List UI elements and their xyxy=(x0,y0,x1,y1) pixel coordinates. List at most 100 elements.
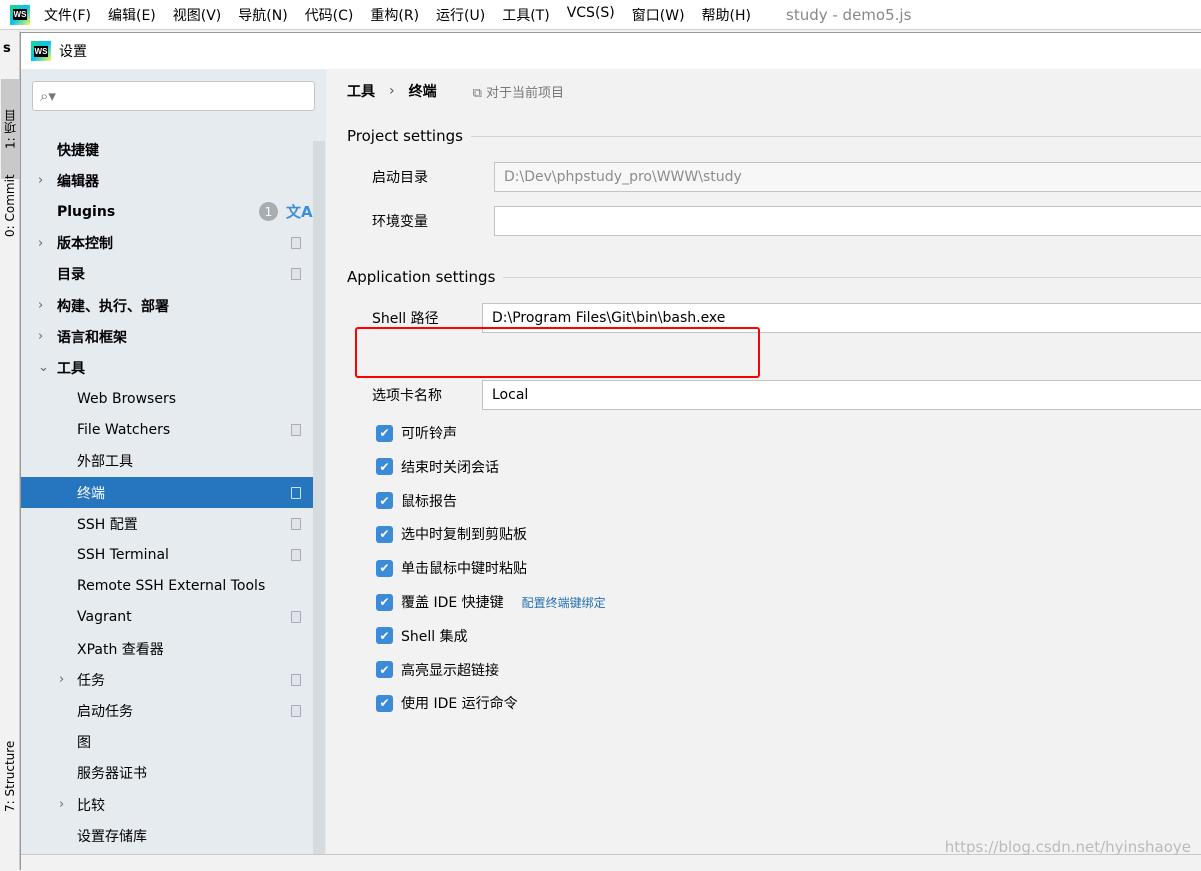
env-vars-input[interactable] xyxy=(494,206,1201,236)
checkbox-row[interactable]: ✔ 覆盖 IDE 快捷键 配置终端键绑定 xyxy=(376,592,606,612)
chevron-right-icon[interactable]: › xyxy=(59,797,64,812)
checkbox-row[interactable]: ✔ 结束时关闭会话 xyxy=(376,457,499,477)
project-scope-icon xyxy=(291,486,301,499)
sidebar-item[interactable]: XPath 查看器 xyxy=(21,633,313,664)
chevron-right-icon[interactable]: › xyxy=(59,672,64,687)
checkbox[interactable]: ✔ xyxy=(376,593,393,611)
breadcrumb-current: 终端 xyxy=(408,84,437,100)
menu-item[interactable]: 代码(C) xyxy=(305,5,354,25)
sidebar-item[interactable]: › 语言和框架 xyxy=(21,321,313,352)
breadcrumb-parent[interactable]: 工具 xyxy=(347,81,375,101)
start-dir-input[interactable]: D:\Dev\phpstudy_pro\WWW\study xyxy=(494,162,1201,192)
sidebar-item-label: 图 xyxy=(77,735,91,752)
menu-item[interactable]: 编辑(E) xyxy=(108,5,156,25)
sidebar-item[interactable]: 外部工具 xyxy=(21,446,313,477)
checkbox[interactable]: ✔ xyxy=(376,492,393,510)
project-initial: s xyxy=(3,41,11,56)
chevron-down-icon[interactable]: ⌄ xyxy=(38,360,49,375)
sidebar-item[interactable]: 图 xyxy=(21,727,313,758)
ide-tool-strip: s 1: 项目 0: Commit 7: Structure xyxy=(0,31,20,870)
menu-item[interactable]: 重构(R) xyxy=(370,5,419,25)
project-scope-icon xyxy=(291,549,301,562)
update-badge: 1 xyxy=(259,202,278,222)
watermark: https://blog.csdn.net/hyinshaoye xyxy=(944,838,1191,856)
checkbox-row[interactable]: ✔ Shell 集成 xyxy=(376,626,468,646)
sidebar-item-label: 任务 xyxy=(77,672,105,689)
menu-item[interactable]: 窗口(W) xyxy=(632,5,685,25)
menu-item[interactable]: VCS(S) xyxy=(567,5,615,25)
sidebar-item-label: 启动任务 xyxy=(77,703,133,720)
sidebar-item-label: 目录 xyxy=(57,267,85,284)
sidebar-item-label: 快捷键 xyxy=(57,142,99,159)
checkbox[interactable]: ✔ xyxy=(376,661,393,679)
checkbox[interactable]: ✔ xyxy=(376,525,393,543)
highlight-box xyxy=(355,327,760,378)
sidebar-item[interactable]: 设置存储库 xyxy=(21,820,313,851)
chevron-right-icon[interactable]: › xyxy=(38,236,43,251)
configure-keybindings-link[interactable]: 配置终端键绑定 xyxy=(522,594,606,611)
checkbox-row[interactable]: ✔ 可听铃声 xyxy=(376,423,457,443)
tool-tab-commit[interactable]: 0: Commit xyxy=(1,161,19,251)
sidebar-item[interactable]: File Watchers xyxy=(21,415,313,446)
checkbox-row[interactable]: ✔ 选中时复制到剪贴板 xyxy=(376,524,527,544)
sidebar-item-label: Web Browsers xyxy=(77,391,176,408)
checkbox-label: 鼠标报告 xyxy=(401,493,457,510)
checkbox-row[interactable]: ✔ 单击鼠标中键时粘贴 xyxy=(376,558,527,578)
sidebar-item[interactable]: 目录 xyxy=(21,259,313,290)
checkbox-label: 结束时关闭会话 xyxy=(401,459,499,476)
sidebar-item[interactable]: › 任务 xyxy=(21,664,313,695)
webstorm-logo-icon: WS xyxy=(10,4,30,25)
checkbox-label: 单击鼠标中键时粘贴 xyxy=(401,561,527,578)
sidebar-item-label: 构建、执行、部署 xyxy=(57,298,169,315)
sidebar-item[interactable]: 启动任务 xyxy=(21,695,313,726)
sidebar-item[interactable]: SSH Terminal xyxy=(21,539,313,570)
checkbox-row[interactable]: ✔ 使用 IDE 运行命令 xyxy=(376,693,518,713)
sidebar-item[interactable]: SSH 配置 xyxy=(21,508,313,539)
sidebar-item[interactable]: Remote SSH External Tools xyxy=(21,571,313,602)
checkbox-label: 选中时复制到剪贴板 xyxy=(401,527,527,544)
sidebar-item[interactable]: › 构建、执行、部署 xyxy=(21,290,313,321)
checkbox-label: 使用 IDE 运行命令 xyxy=(401,696,518,713)
menu-item[interactable]: 导航(N) xyxy=(238,5,287,25)
chevron-right-icon[interactable]: › xyxy=(38,173,43,188)
env-vars-row: 环境变量 xyxy=(372,206,1201,236)
sidebar-item[interactable]: 快捷键 xyxy=(21,134,313,165)
sidebar-item[interactable]: › 版本控制 xyxy=(21,228,313,259)
checkbox[interactable]: ✔ xyxy=(376,694,393,712)
checkbox[interactable]: ✔ xyxy=(376,424,393,442)
checkbox-row[interactable]: ✔ 鼠标报告 xyxy=(376,491,457,511)
checkbox-label: 可听铃声 xyxy=(401,426,457,442)
chevron-right-icon[interactable]: › xyxy=(38,329,43,344)
menu-item[interactable]: 视图(V) xyxy=(173,5,222,25)
checkbox[interactable]: ✔ xyxy=(376,627,393,645)
checkbox[interactable]: ✔ xyxy=(376,559,393,577)
menu-item[interactable]: 帮助(H) xyxy=(702,5,751,25)
window-title: study - demo5.js xyxy=(786,5,912,24)
checkbox[interactable]: ✔ xyxy=(376,458,393,476)
menu-item[interactable]: 文件(F) xyxy=(44,5,91,25)
tab-name-input[interactable]: Local xyxy=(482,380,1201,410)
sidebar-item[interactable]: › 编辑器 xyxy=(21,165,313,196)
sidebar-item[interactable]: Web Browsers xyxy=(21,384,313,415)
sidebar-scrollbar[interactable] xyxy=(313,141,325,854)
sidebar-item-label: File Watchers xyxy=(77,422,171,439)
tool-tab-structure[interactable]: 7: Structure xyxy=(1,731,19,821)
sidebar-item[interactable]: Plugins 1 文A xyxy=(21,196,313,227)
chevron-right-icon[interactable]: › xyxy=(38,298,43,313)
sidebar-item[interactable]: 服务器证书 xyxy=(21,758,313,789)
webstorm-logo-icon: WS xyxy=(31,41,51,61)
sidebar-item[interactable]: Vagrant xyxy=(21,602,313,633)
settings-search-input[interactable]: ⌕▾ xyxy=(32,81,315,111)
menu-item[interactable]: 运行(U) xyxy=(436,5,485,25)
copy-icon: ⧉ xyxy=(472,85,487,101)
menu-item[interactable]: 工具(T) xyxy=(502,5,549,25)
sidebar-item-label: 比较 xyxy=(77,797,105,814)
project-scope-icon xyxy=(291,268,301,281)
sidebar-item-label: 设置存储库 xyxy=(77,828,147,845)
sidebar-item[interactable]: 终端 xyxy=(21,477,313,509)
breadcrumb: 工具 › 终端 ⧉ 对于当前项目 xyxy=(347,81,564,101)
sidebar-item[interactable]: › 比较 xyxy=(21,789,313,820)
checkbox-row[interactable]: ✔ 高亮显示超链接 xyxy=(376,660,499,680)
sidebar-item[interactable]: ⌄ 工具 xyxy=(21,352,313,383)
sidebar-item-label: 终端 xyxy=(77,485,105,502)
